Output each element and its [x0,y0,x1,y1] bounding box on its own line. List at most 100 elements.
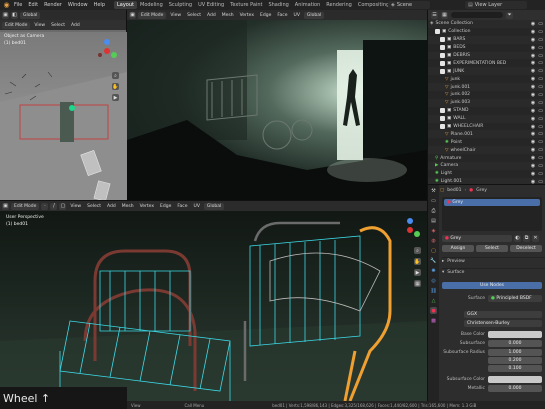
surface-panel-header[interactable]: ▾ Surface [442,268,545,276]
menu-add[interactable]: Add [105,204,118,209]
menu-edit[interactable]: Edit [25,2,41,8]
render-camera-icon[interactable]: ▭ [538,163,543,169]
visibility-eye-icon[interactable]: ◉ [531,147,535,153]
camera-viewport-canvas[interactable]: Object as Camera (1) bed01 ⌕ ✋ ▶ [0,32,127,200]
outliner-row[interactable]: ◈ Scene Collection ◉ ▭ [428,20,545,28]
workspace-tab-animation[interactable]: Animation [292,1,324,9]
menu-add[interactable]: Add [69,23,82,28]
mode-dropdown[interactable]: Edit Mode [11,202,40,210]
output-tab-icon[interactable]: ⎙ [430,207,437,214]
menu-uv[interactable]: UV [292,13,302,18]
select-button[interactable]: Select [476,244,508,252]
shader-field-value[interactable]: 0.000 [488,339,542,347]
outliner-row[interactable]: ▣ Collection ◉ ▭ [428,27,545,36]
transform-orientation[interactable]: Global [203,202,225,210]
grid-icon[interactable]: ▦ [414,280,421,287]
visibility-eye-icon[interactable]: ◉ [531,92,535,98]
render-camera-icon[interactable]: ▭ [538,100,543,106]
menu-window[interactable]: Window [65,2,91,8]
editor-type-icon[interactable]: ▣ [129,11,136,19]
render-camera-icon[interactable]: ▭ [538,116,543,122]
visibility-eye-icon[interactable]: ◉ [531,84,535,90]
subsurface-method-dropdown[interactable]: Christensen-Burley [464,319,542,327]
menu-select[interactable]: Select [85,204,103,209]
visibility-eye-icon[interactable]: ◉ [531,139,535,145]
new-material-icon[interactable]: ⧉ [523,234,530,242]
render-camera-icon[interactable]: ▭ [538,21,543,27]
edit-viewport[interactable]: ▣ Edit Mode · / ▢ View Select Add Mesh V… [0,200,427,409]
tool-tab-icon[interactable]: ⚒ [430,187,437,194]
outliner-row[interactable]: ▣ BEDS ◉ ▭ [428,43,545,52]
shader-field-value[interactable]: 1.000 [488,348,542,356]
workspace-tab-texture-paint[interactable]: Texture Paint [227,1,265,9]
exclude-checkbox[interactable] [440,37,445,43]
menu-view[interactable]: View [68,204,83,209]
visibility-eye-icon[interactable]: ◉ [531,29,535,35]
render-camera-icon[interactable]: ▭ [538,108,543,114]
fake-user-icon[interactable]: ◐ [514,234,521,242]
view-layer-selector[interactable]: ▤ View Layer [465,1,527,9]
outliner-row[interactable]: ▽ junk ◉ ▭ [428,75,545,84]
transform-orientation[interactable]: Global [20,11,41,19]
view-layer-tab-icon[interactable]: ▤ [430,217,437,224]
workspace-tab-layout[interactable]: Layout [114,1,137,9]
menu-mesh[interactable]: Mesh [120,204,136,209]
render-camera-icon[interactable]: ▭ [538,68,543,74]
outliner-row[interactable]: ▽ junk.002 ◉ ▭ [428,91,545,99]
mode-dropdown[interactable]: Edit Mode [2,21,31,29]
outliner-row[interactable]: ▣ JUNK ◉ ▭ [428,67,545,76]
outliner-row[interactable]: ▣ BARS ◉ ▭ [428,35,545,44]
render-camera-icon[interactable]: ▭ [538,29,543,35]
filter-icon[interactable]: ⏷ [506,11,513,19]
surface-shader-dropdown[interactable]: ● Principled BSDF [488,294,542,302]
menu-help[interactable]: Help [91,2,108,8]
blender-logo-icon[interactable]: ◉ [2,1,11,10]
zoom-icon[interactable]: ⌕ [112,72,119,79]
render-tab-icon[interactable]: ▭ [430,197,437,204]
physics-tab-icon[interactable]: ◎ [430,277,437,284]
object-tab-icon[interactable]: ▢ [430,247,437,254]
editor-type-icon[interactable]: ▣ [2,202,9,210]
data-tab-icon[interactable]: △ [430,297,437,304]
editor-type-icon[interactable]: ▣ [2,11,9,19]
material-tab-icon[interactable]: ● [430,307,437,314]
color-swatch[interactable] [488,330,542,338]
outliner-row[interactable]: ✺ Point ◉ ▭ [428,138,545,147]
visibility-eye-icon[interactable]: ◉ [531,116,535,122]
render-camera-icon[interactable]: ▭ [538,60,543,66]
render-camera-icon[interactable]: ▭ [538,155,543,161]
camera-view-icon[interactable]: ▶ [112,94,119,101]
menu-edge[interactable]: Edge [158,204,173,209]
visibility-eye-icon[interactable]: ◉ [531,100,535,106]
workspace-tab-rendering[interactable]: Rendering [323,1,355,9]
visibility-eye-icon[interactable]: ◉ [531,37,535,43]
mode-dropdown[interactable]: Edit Mode [138,11,167,19]
render-camera-icon[interactable]: ▭ [538,37,543,43]
render-camera-icon[interactable]: ▭ [538,147,543,153]
menu-select[interactable]: Select [185,13,203,18]
exclude-checkbox[interactable] [440,116,445,122]
visibility-eye-icon[interactable]: ◉ [531,68,535,74]
axis-y-icon[interactable] [111,52,117,58]
shader-field-value[interactable]: 0.100 [488,364,542,372]
outliner-row[interactable]: ▣ WHEELCHAIR ◉ ▭ [428,122,545,131]
face-select-icon[interactable]: ▢ [59,202,67,210]
render-camera-icon[interactable]: ▭ [538,131,543,137]
workspace-tab-uv-editing[interactable]: UV Editing [195,1,227,9]
visibility-eye-icon[interactable]: ◉ [531,131,535,137]
transform-orientation[interactable]: Global [303,11,325,19]
constraints-tab-icon[interactable]: ⛓ [430,287,437,294]
use-nodes-button[interactable]: Use Nodes [442,281,542,289]
menu-edge[interactable]: Edge [258,13,273,18]
preview-panel-header[interactable]: ▸ Preview [442,257,545,265]
material-slot-list[interactable]: ● Grey [442,197,542,231]
material-selector[interactable]: ● Grey [442,234,512,242]
visibility-eye-icon[interactable]: ◉ [531,171,535,177]
camera-viewport[interactable]: ▣ ◧ Global Edit Mode View Select Add Obj… [0,10,127,200]
render-camera-icon[interactable]: ▭ [538,139,543,145]
workspace-tab-sculpting[interactable]: Sculpting [166,1,195,9]
object-mode-icon[interactable]: ◧ [11,11,18,19]
assign-button[interactable]: Assign [442,244,474,252]
outliner-row[interactable]: ▣ EXPERIMENTATION BED ◉ ▭ [428,59,545,68]
visibility-eye-icon[interactable]: ◉ [531,53,535,59]
